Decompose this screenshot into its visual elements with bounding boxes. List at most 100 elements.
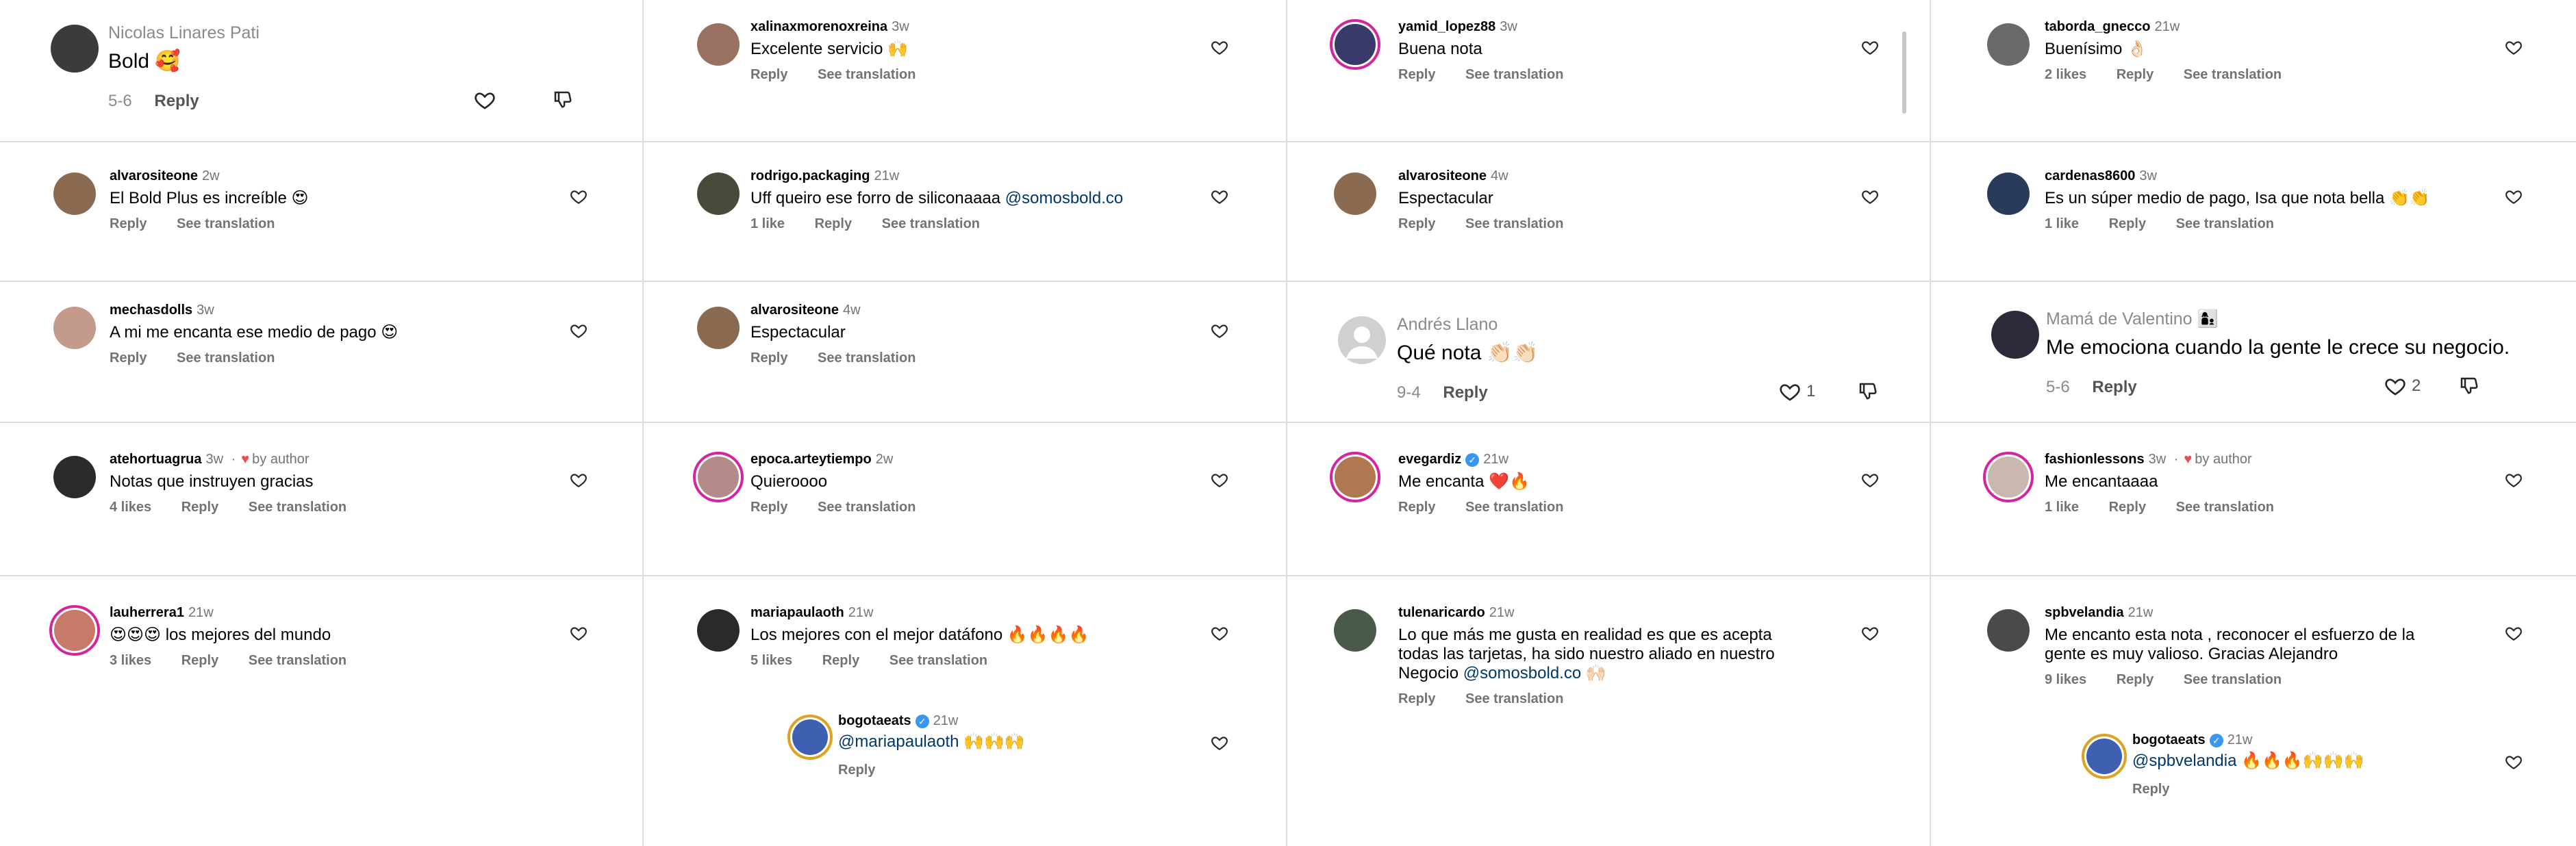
reply-button[interactable]: Reply	[2092, 378, 2136, 396]
avatar[interactable]	[53, 307, 96, 349]
heart-icon[interactable]	[570, 624, 588, 642]
heart-icon[interactable]	[570, 471, 588, 489]
like-button[interactable]	[2505, 38, 2523, 55]
avatar[interactable]	[1987, 609, 2030, 652]
username-link[interactable]: bogotaeats	[838, 713, 911, 728]
avatar[interactable]	[1983, 452, 2034, 502]
like-button[interactable]	[1861, 471, 1879, 489]
likes-count[interactable]: 1 like	[2045, 500, 2079, 515]
avatar[interactable]	[787, 715, 833, 760]
commenter-name[interactable]: Nicolas Linares Pati	[108, 23, 260, 43]
see-translation-link[interactable]: See translation	[818, 67, 916, 82]
like-button[interactable]: 2	[2384, 375, 2421, 397]
reply-button[interactable]: Reply	[1443, 383, 1487, 402]
reply-button[interactable]: Reply	[1398, 500, 1435, 515]
scrollbar[interactable]	[1902, 31, 1906, 114]
reply-button[interactable]: Reply	[1398, 216, 1435, 231]
dislike-icon[interactable]	[2458, 375, 2479, 396]
see-translation-link[interactable]: See translation	[177, 350, 275, 366]
like-button[interactable]	[1211, 38, 1228, 55]
mention-link[interactable]: @spbvelandia	[2132, 752, 2236, 770]
username-link[interactable]: mariapaulaoth	[750, 605, 844, 620]
likes-count[interactable]: 4 likes	[110, 500, 151, 515]
see-translation-link[interactable]: See translation	[2184, 672, 2282, 687]
see-translation-link[interactable]: See translation	[2176, 216, 2274, 231]
username-link[interactable]: taborda_gnecco	[2045, 19, 2150, 34]
like-button[interactable]	[1211, 471, 1228, 489]
avatar[interactable]	[1334, 172, 1376, 215]
like-button[interactable]	[570, 471, 588, 489]
heart-icon[interactable]	[1779, 381, 1801, 402]
like-button[interactable]	[1861, 188, 1879, 205]
mention-link[interactable]: @somosbold.co	[1463, 664, 1581, 682]
avatar[interactable]	[697, 172, 740, 215]
avatar[interactable]	[53, 172, 96, 215]
see-translation-link[interactable]: See translation	[177, 216, 275, 231]
commenter-name[interactable]: Andrés Llano	[1397, 315, 1498, 335]
reply-button[interactable]: Reply	[2117, 672, 2154, 687]
reply-button[interactable]: Reply	[2109, 500, 2146, 515]
username-link[interactable]: mechasdolls	[110, 303, 192, 318]
username-link[interactable]: fashionlessons	[2045, 452, 2145, 467]
avatar[interactable]	[1987, 23, 2030, 66]
see-translation-link[interactable]: See translation	[1465, 67, 1563, 82]
username-link[interactable]: cardenas8600	[2045, 168, 2135, 183]
like-button[interactable]	[1861, 38, 1879, 55]
commenter-name[interactable]: Mamá de Valentino 👩‍👦	[2046, 309, 2219, 329]
heart-icon[interactable]	[1211, 471, 1228, 489]
see-translation-link[interactable]: See translation	[1465, 500, 1563, 515]
see-translation-link[interactable]: See translation	[818, 350, 916, 366]
reply-button[interactable]: Reply	[750, 500, 787, 515]
dislike-icon[interactable]	[552, 89, 572, 110]
username-link[interactable]: spbvelandia	[2045, 605, 2124, 620]
avatar[interactable]	[1334, 609, 1376, 652]
see-translation-link[interactable]: See translation	[1465, 691, 1563, 706]
reply-button[interactable]: Reply	[750, 67, 787, 82]
reply-button[interactable]: Reply	[110, 350, 147, 366]
reply-button[interactable]: Reply	[815, 216, 852, 231]
avatar[interactable]	[1987, 172, 2030, 215]
reply-button[interactable]: Reply	[1398, 691, 1435, 706]
like-button[interactable]: 1	[1779, 381, 1815, 402]
heart-icon[interactable]	[2505, 38, 2523, 56]
reply-button[interactable]: Reply	[2117, 67, 2154, 82]
heart-icon[interactable]	[474, 89, 496, 111]
heart-icon[interactable]	[1211, 188, 1228, 205]
avatar[interactable]	[1330, 452, 1380, 502]
like-button[interactable]	[1211, 734, 1228, 752]
see-translation-link[interactable]: See translation	[2184, 67, 2282, 82]
like-button[interactable]	[2505, 188, 2523, 205]
username-link[interactable]: evegardiz	[1398, 452, 1461, 467]
heart-icon[interactable]	[1211, 38, 1228, 56]
heart-icon[interactable]	[2505, 188, 2523, 205]
avatar[interactable]	[1330, 19, 1380, 70]
like-button[interactable]	[2505, 471, 2523, 488]
username-link[interactable]: bogotaeats	[2132, 732, 2206, 747]
avatar[interactable]	[693, 452, 744, 502]
like-button[interactable]	[570, 188, 588, 205]
username-link[interactable]: xalinaxmorenoxreina	[750, 19, 887, 34]
mention-link[interactable]: @somosbold.co	[1005, 189, 1123, 207]
heart-icon[interactable]	[1861, 471, 1879, 489]
avatar[interactable]	[697, 23, 740, 66]
like-button[interactable]	[1211, 322, 1228, 339]
dislike-button[interactable]	[1857, 381, 1878, 405]
avatar[interactable]	[697, 307, 740, 349]
heart-icon[interactable]	[2384, 375, 2406, 397]
reply-button[interactable]: Reply	[2132, 782, 2169, 797]
avatar[interactable]	[1991, 311, 2039, 359]
reply-button[interactable]: Reply	[2109, 216, 2146, 231]
reply-button[interactable]: Reply	[1398, 67, 1435, 82]
heart-icon[interactable]	[2505, 624, 2523, 642]
username-link[interactable]: yamid_lopez88	[1398, 19, 1495, 34]
username-link[interactable]: alvarositeone	[750, 303, 839, 318]
heart-icon[interactable]	[570, 188, 588, 205]
avatar[interactable]	[697, 609, 740, 652]
dislike-button[interactable]	[552, 89, 572, 113]
like-button[interactable]	[1211, 188, 1228, 205]
likes-count[interactable]: 1 like	[2045, 216, 2079, 231]
reply-button[interactable]: Reply	[154, 92, 199, 110]
dislike-button[interactable]	[2458, 375, 2479, 399]
heart-icon[interactable]	[1211, 734, 1228, 752]
reply-button[interactable]: Reply	[181, 500, 218, 515]
